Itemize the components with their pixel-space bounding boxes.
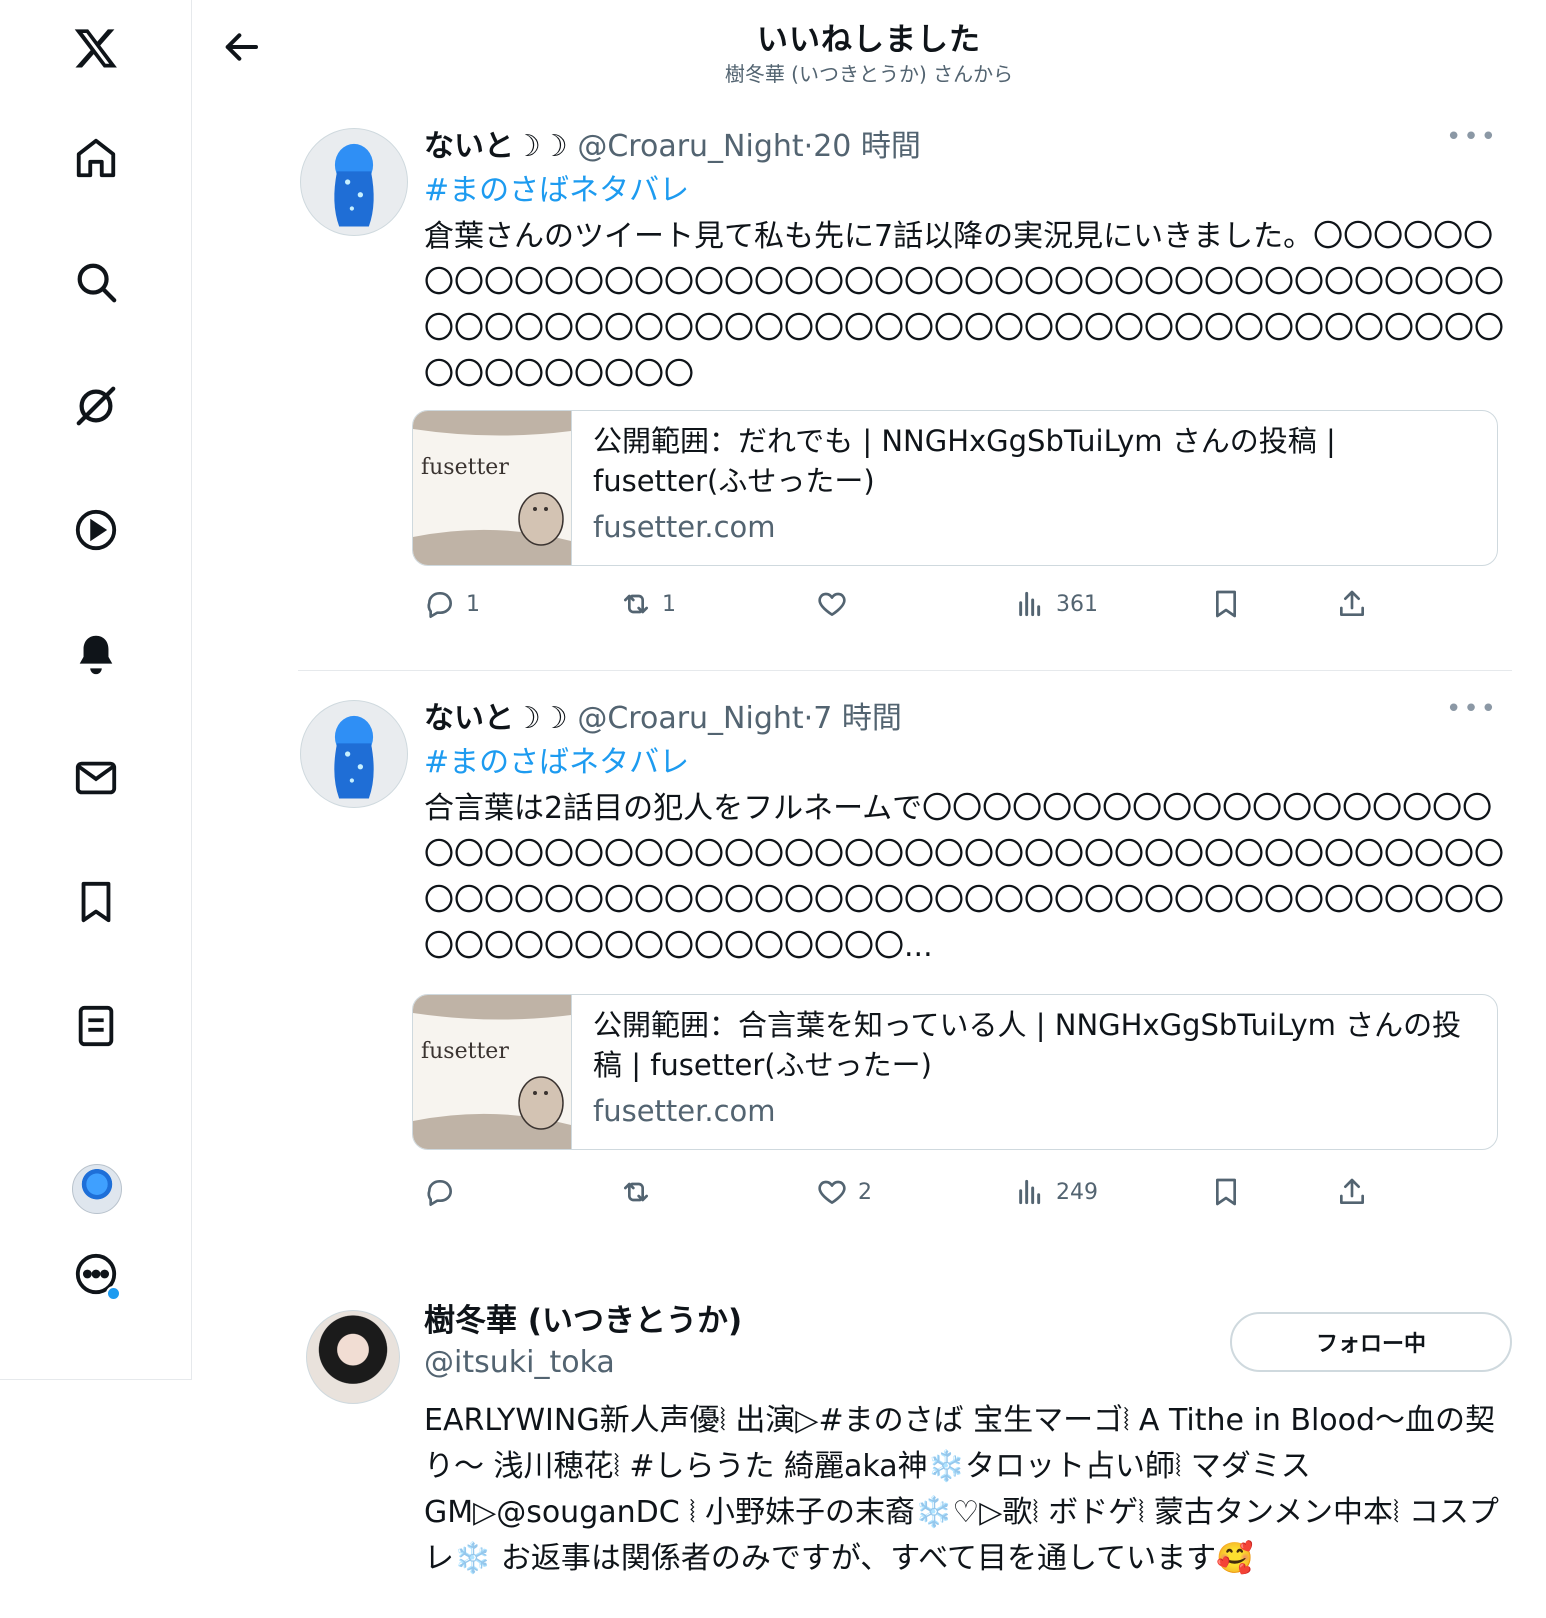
- tweet[interactable]: ないと☽☽ @Croaru_Night·20 時間 ••• #まのさばネタバレ …: [298, 122, 1512, 640]
- tweet-divider: [298, 670, 1512, 671]
- share-button[interactable]: [1336, 1172, 1368, 1212]
- profile-avatar[interactable]: [72, 1164, 122, 1214]
- tweet-header: ないと☽☽ @Croaru_Night·7 時間: [424, 700, 1512, 738]
- sidebar: [0, 0, 192, 1380]
- more-options-icon[interactable]: •••: [1446, 122, 1498, 152]
- hashtag-link[interactable]: #まのさばネタバレ: [424, 168, 1512, 214]
- lists-icon[interactable]: [66, 996, 126, 1056]
- link-card-title: 公開範囲：合言葉を知っている人 | NNGHxGgSbTuiLym さんの投稿 …: [593, 1008, 1462, 1082]
- reply-icon: [427, 1180, 452, 1206]
- author-handle[interactable]: @Croaru_Night: [577, 701, 803, 736]
- profile-handle[interactable]: @itsuki_toka: [424, 1342, 615, 1384]
- share-icon: [1340, 590, 1364, 616]
- share-button[interactable]: [1336, 584, 1368, 624]
- tweet-body: ないと☽☽ @Croaru_Night·20 時間 ••• #まのさばネタバレ …: [424, 122, 1512, 398]
- views-button[interactable]: 361: [1014, 584, 1098, 624]
- link-card-info: 公開範囲：だれでも | NNGHxGgSbTuiLym さんの投稿 | fuse…: [593, 421, 1477, 547]
- retweet-icon: [624, 1182, 648, 1202]
- like-button[interactable]: 2: [816, 1172, 872, 1212]
- tweet-time[interactable]: 20 時間: [813, 129, 921, 164]
- tweet-actions: 2 249: [424, 1172, 1424, 1212]
- tweet-author-avatar[interactable]: [300, 128, 408, 236]
- bookmark-icon: [1216, 590, 1236, 618]
- tweet[interactable]: ないと☽☽ @Croaru_Night·7 時間 ••• #まのさばネタバレ 合…: [298, 694, 1512, 1220]
- x-logo-icon[interactable]: [66, 18, 126, 78]
- link-card[interactable]: fusetter 公開範囲：合言葉を知っている人 | NNGHxGgSbTuiL…: [412, 994, 1498, 1150]
- like-button[interactable]: [816, 584, 858, 624]
- share-icon: [1340, 1178, 1364, 1204]
- views-icon: [1019, 1179, 1041, 1205]
- tweet-actions: 1 1 361: [424, 584, 1424, 624]
- tweet-text: 合言葉は2話目の犯人をフルネームで〇〇〇〇〇〇〇〇〇〇〇〇〇〇〇〇〇〇〇〇〇〇〇…: [424, 791, 1504, 964]
- thumbnail-logo-text: fusetter: [421, 455, 509, 480]
- view-count: 249: [1056, 1179, 1098, 1205]
- thumbnail-logo-text: fusetter: [421, 1039, 509, 1064]
- link-card-info: 公開範囲：合言葉を知っている人 | NNGHxGgSbTuiLym さんの投稿 …: [593, 1005, 1477, 1131]
- reply-button[interactable]: [424, 1172, 466, 1212]
- views-button[interactable]: 249: [1014, 1172, 1098, 1212]
- heart-icon: [818, 592, 846, 616]
- video-icon[interactable]: [66, 500, 126, 560]
- bookmarks-icon[interactable]: [66, 872, 126, 932]
- link-card-domain: fusetter.com: [593, 510, 776, 544]
- tweet-text: 倉葉さんのツイート見て私も先に7話以降の実況見にいきました。〇〇〇〇〇〇〇〇〇〇…: [424, 219, 1504, 392]
- bookmark-icon: [1216, 1178, 1236, 1206]
- hashtag-link[interactable]: #まのさばネタバレ: [424, 740, 1512, 786]
- author-handle[interactable]: @Croaru_Night: [577, 129, 803, 164]
- profile-card-avatar[interactable]: [306, 1310, 400, 1404]
- meta-separator: ·: [803, 701, 814, 736]
- author-name[interactable]: ないと☽☽: [424, 701, 568, 736]
- grok-icon[interactable]: [66, 376, 126, 436]
- retweet-icon: [624, 594, 648, 614]
- page-subtitle: 樹冬華 (いつきとうか) さんから: [724, 62, 1014, 86]
- tweet-time[interactable]: 7 時間: [813, 701, 902, 736]
- link-card-title: 公開範囲：だれでも | NNGHxGgSbTuiLym さんの投稿 | fuse…: [593, 424, 1336, 498]
- tweet-header: ないと☽☽ @Croaru_Night·20 時間: [424, 128, 1512, 166]
- views-icon: [1019, 591, 1041, 617]
- home-icon[interactable]: [66, 128, 126, 188]
- page-header: いいねしました 樹冬華 (いつきとうか) さんから: [192, 0, 1546, 100]
- retweet-count: 1: [662, 591, 676, 617]
- page-title: いいねしました: [757, 22, 981, 58]
- reply-count: 1: [466, 591, 480, 617]
- reply-button[interactable]: 1: [424, 584, 480, 624]
- view-count: 361: [1056, 591, 1098, 617]
- notifications-icon[interactable]: [66, 624, 126, 684]
- tweet-author-avatar[interactable]: [300, 700, 408, 808]
- link-card-domain: fusetter.com: [593, 1094, 776, 1128]
- bookmark-button[interactable]: [1210, 1172, 1242, 1212]
- link-card-thumbnail: [413, 995, 572, 1149]
- meta-separator: ·: [803, 129, 814, 164]
- author-name[interactable]: ないと☽☽: [424, 129, 568, 164]
- more-notification-dot: [106, 1286, 121, 1301]
- link-card-thumbnail: [413, 411, 572, 565]
- retweet-button[interactable]: 1: [620, 584, 676, 624]
- profile-bio: EARLYWING新人声優⦚ 出演▷#まのさば 宝生マーゴ⦚ A Tithe i…: [424, 1403, 1499, 1576]
- reply-icon: [427, 592, 452, 618]
- heart-icon: [818, 1180, 846, 1204]
- retweet-button[interactable]: [620, 1172, 662, 1212]
- more-options-icon[interactable]: •••: [1446, 694, 1498, 724]
- messages-icon[interactable]: [66, 748, 126, 808]
- following-button[interactable]: フォロー中: [1230, 1312, 1512, 1372]
- like-count: 2: [858, 1179, 872, 1205]
- search-icon[interactable]: [66, 252, 126, 312]
- bookmark-button[interactable]: [1210, 584, 1242, 624]
- profile-name[interactable]: 樹冬華 (いつきとうか): [424, 1300, 742, 1342]
- tweet-body: ないと☽☽ @Croaru_Night·7 時間 ••• #まのさばネタバレ 合…: [424, 694, 1512, 970]
- link-card[interactable]: fusetter 公開範囲：だれでも | NNGHxGgSbTuiLym さんの…: [412, 410, 1498, 566]
